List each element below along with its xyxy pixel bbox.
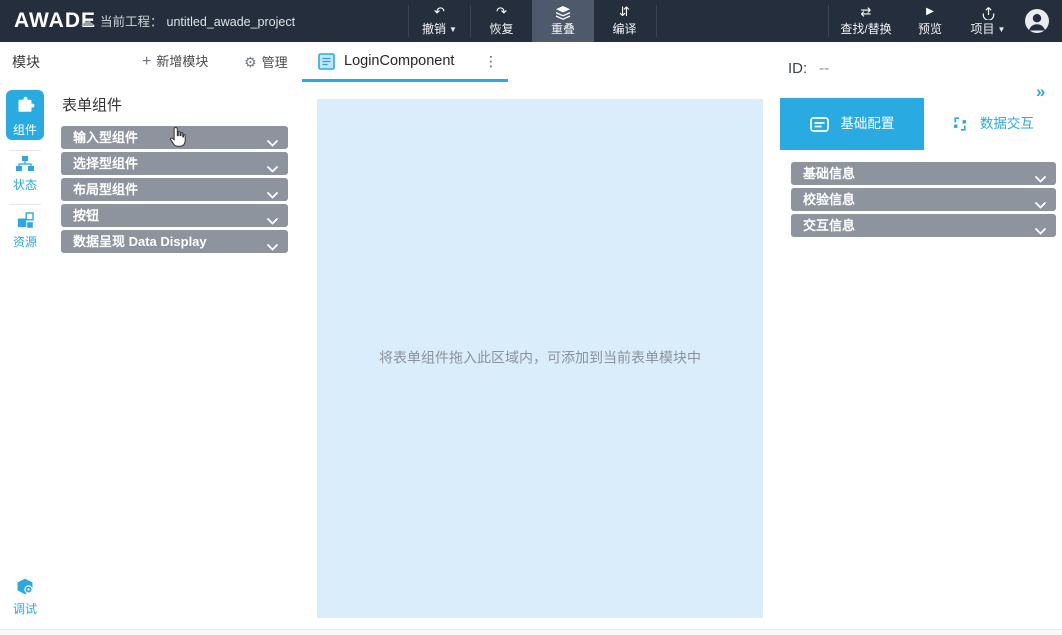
sidebar-item-components[interactable]: 组件 [6,90,44,140]
user-avatar[interactable] [1024,8,1050,34]
play-icon: ▶ [904,4,956,20]
form-canvas-dropzone[interactable]: 将表单组件拖入此区域内，可添加到当前表单模块中 [317,99,763,618]
chevron-down-icon [267,160,278,178]
component-groups: 输入型组件 选择型组件 布局型组件 按钮 数据呈现 Data Display [61,126,288,256]
manage-button[interactable]: ⚙管理 [244,42,288,82]
tab-basic-config[interactable]: 基础配置 [780,98,924,150]
chevron-down-icon: ▼ [998,25,1006,34]
undo-icon: ↶ [409,4,470,20]
redo-icon: ↷ [471,4,532,20]
config-card-icon [810,116,833,131]
chevron-down-icon [267,212,278,230]
rail-divider [9,150,41,151]
toolbar-divider [828,5,829,37]
module-bar: 模块 +新增模块 ⚙管理 LoginComponent ⋮ » [0,42,1062,82]
tab-label: LoginComponent [344,42,454,80]
layers-icon [532,4,594,20]
sidebar-item-states[interactable]: 状态 [0,156,50,193]
section-basic-info[interactable]: 基础信息 [791,162,1056,185]
preview-button[interactable]: ▶ 预览 [904,0,956,42]
group-buttons[interactable]: 按钮 [61,204,288,227]
current-project: ☁ 当前工程： untitled_awade_project [80,0,295,42]
plus-icon: + [142,53,151,70]
bottom-edge [0,629,1062,635]
project-menu-button[interactable]: 项目▼ [958,0,1018,42]
inspector-sections: 基础信息 校验信息 交互信息 [791,162,1056,240]
chevron-down-icon [1035,222,1046,240]
id-label: ID: [788,60,807,77]
sidebar-item-label: 资源 [0,233,50,250]
compile-button[interactable]: ⇵ 编译 [594,0,655,42]
add-module-button[interactable]: +新增模块 [142,42,208,82]
redo-button[interactable]: ↷ 恢复 [471,0,532,42]
tab-data-interaction[interactable]: 数据交互 [924,98,1062,150]
state-tree-icon [16,161,34,175]
find-replace-button[interactable]: ⇄ 查找/替换 [830,0,902,42]
blocks-icon [17,218,34,232]
group-data-display[interactable]: 数据呈现 Data Display [61,230,288,253]
chevron-down-icon: ▼ [449,25,457,34]
compile-icon: ⇵ [594,4,655,20]
group-select-components[interactable]: 选择型组件 [61,152,288,175]
section-validation-info[interactable]: 校验信息 [791,188,1056,211]
gear-icon: ⚙ [244,54,257,70]
group-input-components[interactable]: 输入型组件 [61,126,288,149]
chevron-down-icon [267,134,278,152]
sidebar-item-label: 组件 [6,121,44,138]
tab-more-icon[interactable]: ⋮ [480,42,502,80]
chevron-down-icon [267,238,278,256]
component-panel-title: 表单组件 [62,94,122,115]
swap-arrows-icon: ⇄ [830,4,902,20]
tab-logincomponent[interactable]: LoginComponent ⋮ [302,42,508,82]
inspector-tabs: 基础配置 数据交互 [780,98,1062,150]
section-interaction-info[interactable]: 交互信息 [791,214,1056,237]
chevron-down-icon [267,186,278,204]
module-bar-title: 模块 [12,42,40,82]
top-toolbar: AWADE ☁当前工程：untitled_awade_project ↶ 撤销▼… [0,0,1062,42]
sidebar-item-label: 调试 [0,600,50,617]
project-name: untitled_awade_project [167,15,296,29]
chevron-down-icon [1035,170,1046,188]
sidebar-item-debug[interactable]: 调试 [0,578,50,617]
form-module-icon [318,53,335,75]
rail-divider [9,204,41,205]
group-layout-components[interactable]: 布局型组件 [61,178,288,201]
toolbar-divider [656,5,657,37]
chevron-down-icon [1035,196,1046,214]
undo-button[interactable]: ↶ 撤销▼ [409,0,470,42]
sidebar-item-resources[interactable]: 资源 [0,212,50,250]
puzzle-icon [6,96,44,119]
cloud-icon: ☁ [80,13,94,29]
active-tab-underline [302,79,508,82]
canvas-hint-text: 将表单组件拖入此区域内，可添加到当前表单模块中 [317,347,763,367]
id-value: -- [819,60,829,77]
upload-icon [958,4,1018,20]
debug-cube-icon [16,585,35,599]
overlap-button[interactable]: 重叠 [532,0,594,42]
data-exchange-icon [952,116,972,131]
project-label: 当前工程： [100,15,163,29]
sidebar-item-label: 状态 [0,176,50,193]
awade-ide: AWADE ☁当前工程：untitled_awade_project ↶ 撤销▼… [0,0,1062,635]
component-id-row: ID: -- [788,60,829,77]
